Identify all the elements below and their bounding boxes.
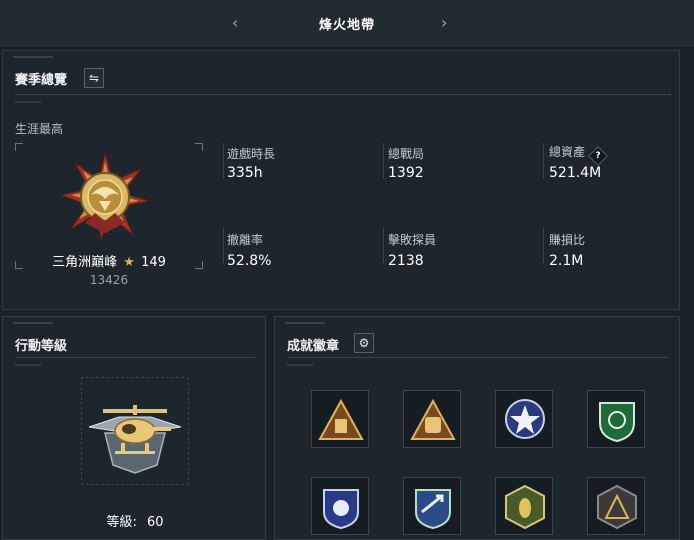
panel-decoration [15, 364, 41, 366]
switch-season-button[interactable]: ⇋ [84, 68, 104, 88]
operation-level-panel: 行動等級 等級: 60 [2, 316, 266, 540]
divider [287, 357, 669, 358]
achievement-badge-1[interactable] [311, 390, 369, 448]
achievement-badge-5[interactable] [311, 477, 369, 535]
next-mode-arrow-icon[interactable]: › [441, 13, 447, 32]
stat-label-operators-defeated: 擊敗探員 [388, 233, 437, 247]
operation-level-title: 行動等級 [15, 339, 68, 354]
help-glyph: ? [595, 151, 601, 161]
stat-separator [543, 227, 544, 263]
rank-emblem-icon [59, 152, 151, 242]
stat-value-total-assets: 521.4M [549, 165, 602, 181]
stat-value-operators-defeated: 2138 [388, 253, 424, 269]
stat-separator [223, 227, 224, 263]
achievement-badge-6[interactable] [403, 477, 461, 535]
stat-separator [383, 227, 384, 263]
rank-score: 13426 [89, 273, 129, 287]
panel-decoration [287, 364, 313, 366]
level-value: 60 [146, 515, 164, 530]
achievement-badge-3[interactable] [495, 390, 553, 448]
panel-decoration [13, 322, 53, 324]
panel-decoration [15, 101, 41, 103]
stat-label-total-assets: 總資產? [549, 143, 608, 166]
season-overview-title: 賽季總覽 [15, 73, 68, 88]
mode-title: 烽火地帶 [318, 18, 375, 33]
season-overview-panel: 賽季總覽 ⇋ 生涯最高 三角洲巔峰 ★ 149 13426 遊戲時長 335h … [2, 50, 680, 310]
achievement-settings-button[interactable]: ⚙ [354, 333, 374, 353]
divider [15, 94, 671, 95]
stat-label-total-matches: 總戰局 [388, 147, 425, 161]
triangle-crate-icon [318, 398, 364, 440]
gear-icon: ⚙ [358, 336, 370, 350]
stat-label-profit-loss: 賺損比 [549, 233, 586, 247]
stat-value-extraction-rate: 52.8% [227, 253, 272, 269]
level-line: 等級: 60 [3, 511, 267, 530]
helicopter-emblem-icon [88, 405, 182, 474]
stat-label-extraction-rate: 撤離率 [227, 233, 264, 247]
dark-triangle-icon [597, 484, 637, 530]
rank-stars: 149 [141, 255, 166, 270]
stat-label-play-time: 遊戲時長 [227, 147, 276, 161]
achievements-panel: 成就徽章 ⚙ [274, 316, 680, 540]
achievement-badge-4[interactable] [587, 390, 645, 448]
achievement-badge-8[interactable] [587, 477, 645, 535]
panel-decoration [285, 322, 325, 324]
swap-icon: ⇋ [88, 71, 100, 85]
level-label: 等級: [106, 515, 137, 530]
star-icon: ★ [123, 255, 135, 270]
stat-value-play-time: 335h [227, 165, 263, 181]
rank-name-line: 三角洲巔峰 ★ 149 [15, 251, 203, 270]
stat-separator [223, 143, 224, 179]
total-assets-text: 總資產 [549, 145, 586, 159]
green-shield-icon [599, 402, 635, 443]
blue-shield-icon [323, 489, 359, 530]
achievement-badge-7[interactable] [495, 477, 553, 535]
stat-value-total-matches: 1392 [388, 165, 424, 181]
stat-value-profit-loss: 2.1M [549, 253, 584, 269]
stat-separator [543, 143, 544, 179]
triangle-bag-icon [410, 398, 456, 440]
arrow-shield-icon [415, 489, 451, 530]
help-icon[interactable]: ? [588, 146, 608, 166]
divider [15, 357, 255, 358]
panel-decoration [13, 56, 53, 58]
rank-name: 三角洲巔峰 [52, 255, 118, 270]
career-high-label: 生涯最高 [15, 122, 64, 136]
achievements-title: 成就徽章 [287, 339, 340, 354]
achievement-badge-2[interactable] [403, 390, 461, 448]
wasp-hex-icon [505, 484, 545, 530]
star-circle-icon [505, 399, 545, 439]
stat-separator [383, 143, 384, 179]
mode-selector-bar: ‹ 烽火地帶 › [0, 0, 694, 46]
